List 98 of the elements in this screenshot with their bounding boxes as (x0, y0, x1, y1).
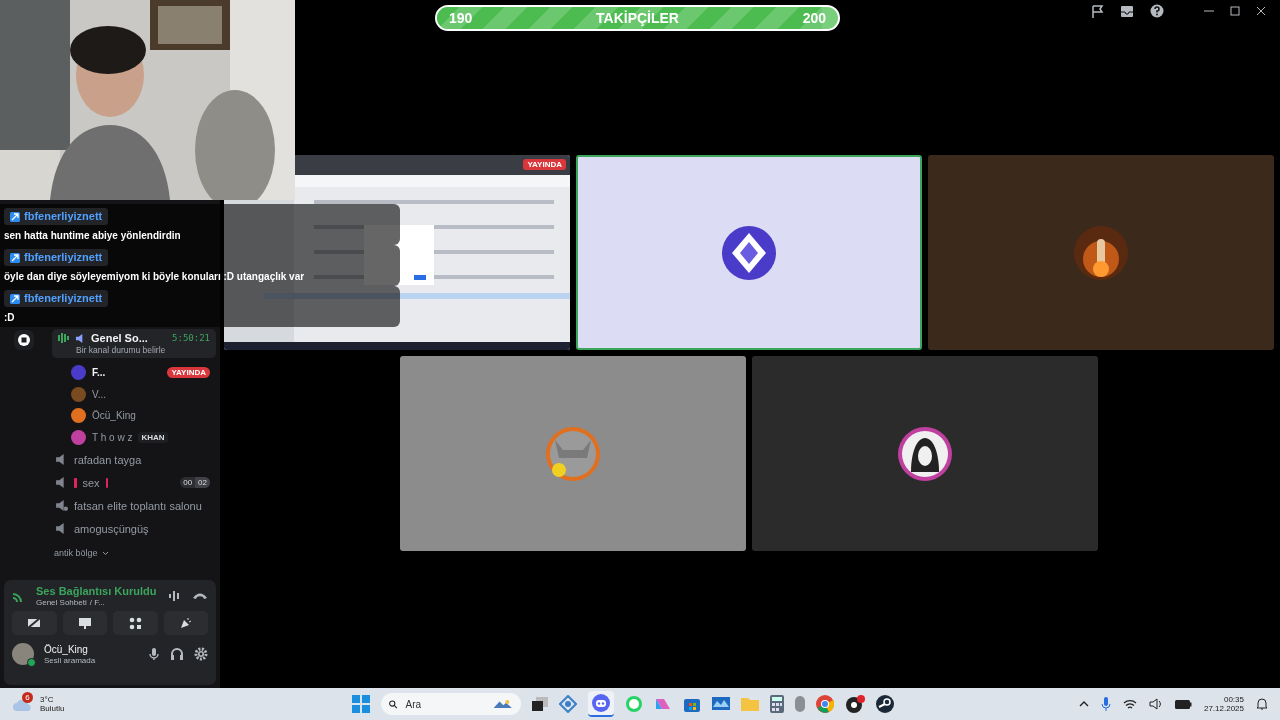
party-icon (178, 616, 193, 630)
channel-item[interactable]: sex 00 02 (48, 471, 220, 494)
headphones-icon[interactable] (170, 647, 184, 661)
channel-name: fatsan elite toplantı salonu (74, 499, 202, 512)
member-name: V... (92, 388, 107, 400)
user-name: Öcü_King (44, 643, 89, 655)
avatar-icon (71, 365, 86, 381)
voice-location[interactable]: / F... (89, 598, 105, 607)
member-name: T h o w z (92, 431, 133, 443)
avatar-icon (71, 386, 86, 402)
chevron-down-icon[interactable] (101, 550, 109, 556)
member-item[interactable]: F... YAYINDA (48, 362, 220, 384)
chat-message: :D (4, 311, 15, 324)
settings-icon[interactable] (194, 647, 208, 661)
help-icon[interactable] (1150, 4, 1164, 18)
elapsed-time: 5:50:21 (172, 333, 210, 343)
member-name: F... (92, 367, 107, 379)
chat-username: fbfenerliyiznett (4, 249, 109, 266)
video-tile[interactable] (400, 356, 746, 551)
monitor-icon (77, 616, 92, 630)
chat-message: sen hatta huntime abiye yönlendirdin (4, 229, 181, 242)
avatar-icon (71, 408, 86, 424)
video-tile[interactable] (752, 356, 1098, 551)
flag-icon[interactable] (1092, 4, 1104, 18)
disconnect-icon[interactable] (192, 591, 208, 601)
link-icon (10, 211, 20, 222)
activities-button[interactable] (113, 611, 158, 635)
server-icon[interactable] (14, 330, 34, 350)
volume-icon[interactable] (1148, 698, 1162, 710)
video-tile[interactable] (928, 155, 1274, 350)
clock-date[interactable]: 27.12.2025 (1203, 704, 1244, 713)
channel-item[interactable]: amogusçüngüş (48, 517, 220, 540)
close-icon[interactable] (1256, 6, 1266, 16)
camera-off-icon (27, 617, 42, 629)
link-icon (10, 293, 20, 304)
live-badge: YAYINDA (523, 159, 566, 170)
live-badge: YAYINDA (167, 367, 210, 379)
channel-name: sex (82, 476, 100, 489)
channel-name: rafadan tayga (74, 453, 142, 466)
exclamation-icon (105, 477, 109, 488)
network-app-icon[interactable] (559, 695, 577, 713)
temperature: 3°C (40, 695, 55, 704)
emblem-icon (721, 224, 777, 281)
screen-share-button[interactable] (62, 611, 107, 635)
user-status: Sesli aramada (44, 655, 97, 665)
voice-channel[interactable]: Genel So... 5:50:21 Bir kanal durumu belirle (52, 329, 216, 358)
video-tile[interactable] (576, 155, 922, 350)
exclamation-icon (74, 477, 77, 488)
microphone-icon[interactable] (1100, 697, 1111, 711)
user-limit-counter: 00 02 (180, 477, 210, 488)
recorder-icon[interactable] (845, 695, 865, 713)
camera-button[interactable] (12, 611, 57, 635)
avatar-icon (71, 429, 86, 445)
chat-message: öyle dan diye söyleyemiyom ki böyle konuları :D utangaçlık var (4, 270, 305, 283)
search-icon (389, 697, 398, 711)
chat-username: fbfenerliyiznett (4, 290, 109, 307)
battery-icon[interactable] (1173, 698, 1192, 710)
soundboard-button[interactable] (163, 611, 208, 635)
member-item[interactable]: V... (48, 383, 220, 405)
speaker-icon (55, 499, 68, 512)
channel-name: Genel So... (91, 332, 149, 344)
monitor-app-icon[interactable] (712, 696, 730, 712)
goal-label: TAKİPÇİLER (596, 10, 679, 26)
chat-username: fbfenerliyiznett (4, 208, 109, 225)
weather-condition: Bulutlu (40, 704, 65, 713)
clock-time[interactable]: 00:35 (1223, 695, 1244, 704)
wifi-icon[interactable] (1122, 698, 1137, 710)
inbox-icon[interactable] (1120, 4, 1134, 18)
shapes-icon (128, 616, 142, 630)
soundboard-icon[interactable] (168, 589, 182, 603)
chevron-up-icon[interactable] (1078, 701, 1089, 707)
member-item[interactable]: Öcü_King (48, 405, 220, 427)
category-header[interactable]: antik bölge (54, 548, 98, 558)
search-box[interactable]: Ara (381, 693, 521, 715)
member-name: Öcü_King (92, 410, 136, 422)
microphone-icon[interactable] (148, 647, 160, 661)
start-icon[interactable] (352, 695, 370, 713)
connection-status: Ses Bağlantısı Kuruldu (36, 585, 158, 597)
voice-activity-icon (58, 332, 70, 344)
voice-location[interactable]: Genel Sohbeti (36, 598, 87, 607)
maximize-icon[interactable] (1230, 6, 1240, 16)
member-item[interactable]: T h o w z KHAN (48, 426, 220, 448)
goal-start: 190 (449, 10, 473, 26)
browser-icon[interactable] (816, 695, 834, 713)
link-icon (10, 252, 20, 263)
clan-tag: KHAN (138, 431, 168, 443)
task-view-icon[interactable] (532, 697, 548, 711)
channel-item[interactable]: fatsan elite toplantı salonu (48, 494, 220, 517)
landscape-icon (493, 697, 513, 711)
notification-bell-icon[interactable] (1256, 697, 1268, 711)
notification-badge: 6 (22, 692, 33, 703)
calculator-icon[interactable] (770, 695, 784, 713)
channel-item[interactable]: rafadan tayga (48, 448, 220, 471)
user-avatar[interactable] (12, 643, 34, 665)
channel-status: Bir kanal durumu belirle (75, 345, 167, 355)
channel-name: amogusçüngüş (74, 522, 149, 535)
search-field[interactable]: Ara (403, 697, 488, 711)
goal-end: 200 (802, 10, 826, 26)
